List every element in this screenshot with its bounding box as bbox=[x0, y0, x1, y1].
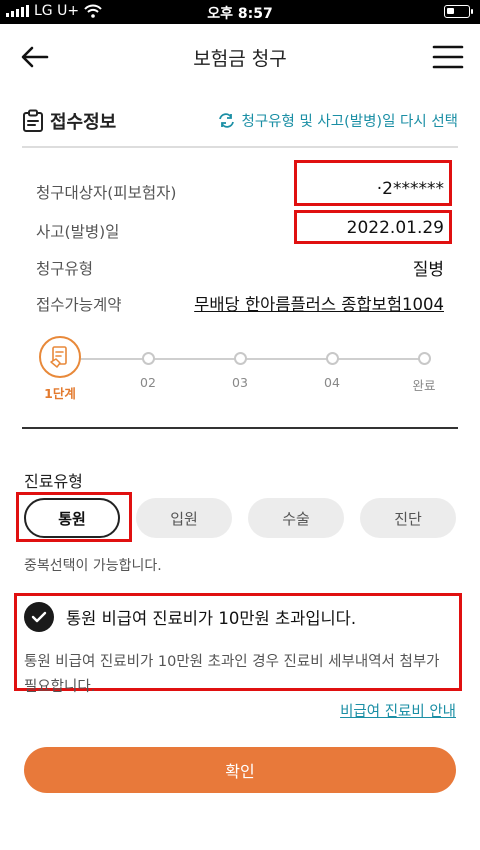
hamburger-menu-icon[interactable] bbox=[432, 44, 464, 70]
highlight-box-outpatient bbox=[16, 492, 132, 542]
claim-type-row: 청구유형 질병 bbox=[36, 253, 444, 283]
check-circle-icon bbox=[24, 602, 54, 632]
claim-type-label: 청구유형 bbox=[36, 260, 94, 278]
confirm-button[interactable]: 확인 bbox=[24, 747, 456, 793]
app-header: 보험금 청구 bbox=[0, 24, 480, 88]
step-4-label: 04 bbox=[324, 375, 340, 390]
accident-date-label: 사고(발병)일 bbox=[36, 223, 120, 241]
chip-inpatient[interactable]: 입원 bbox=[136, 498, 232, 538]
status-bar: LG U+ 오후 8:57 bbox=[0, 0, 480, 24]
reselect-label: 청구유형 및 사고(발병)일 다시 선택 bbox=[241, 114, 458, 130]
contract-label: 접수가능계약 bbox=[36, 296, 122, 314]
step-2-dot bbox=[141, 352, 155, 365]
clipboard-icon bbox=[23, 109, 43, 132]
step-complete-dot bbox=[417, 352, 431, 365]
section-header: 접수정보 청구유형 및 사고(발병)일 다시 선택 bbox=[22, 104, 458, 138]
step-1: 1단계 bbox=[36, 336, 84, 402]
claim-type-value: 질병 bbox=[412, 260, 444, 280]
step-3: 03 bbox=[218, 336, 262, 390]
reselect-link[interactable]: 청구유형 및 사고(발병)일 다시 선택 bbox=[218, 110, 458, 131]
chip-surgery[interactable]: 수술 bbox=[248, 498, 344, 538]
highlight-box-date bbox=[294, 210, 452, 244]
chip-diagnosis[interactable]: 진단 bbox=[360, 498, 456, 538]
step-complete: 완료 bbox=[402, 336, 446, 394]
step-3-dot bbox=[233, 352, 247, 365]
step-4: 04 bbox=[310, 336, 354, 390]
step-complete-label: 완료 bbox=[412, 378, 436, 393]
treatment-type-label: 진료유형 bbox=[24, 472, 83, 491]
claimant-label: 청구대상자(피보험자) bbox=[36, 184, 177, 202]
divider bbox=[22, 427, 458, 429]
battery-icon bbox=[444, 5, 473, 18]
progress-steps: 1단계 02 03 04 완료 bbox=[36, 336, 456, 406]
contract-link[interactable]: 무배당 한아름플러스 종합보험1004 bbox=[194, 291, 444, 315]
step-2: 02 bbox=[126, 336, 170, 390]
clock: 오후 8:57 bbox=[207, 6, 273, 22]
step-1-badge bbox=[39, 336, 81, 378]
step-2-label: 02 bbox=[140, 375, 156, 390]
divider bbox=[22, 146, 458, 148]
multi-select-note: 중복선택이 가능합니다. bbox=[24, 558, 162, 574]
section-title: 접수정보 bbox=[22, 108, 116, 134]
notice-title-text: 통원 비급여 진료비가 10만원 초과입니다. bbox=[66, 609, 357, 628]
refresh-icon bbox=[219, 113, 235, 128]
notice-body: 통원 비급여 진료비가 10만원 초과인 경우 진료비 세부내역서 첨부가 필요… bbox=[24, 654, 440, 695]
section-title-text: 접수정보 bbox=[50, 112, 117, 133]
page-title: 보험금 청구 bbox=[193, 48, 287, 70]
document-hand-icon bbox=[50, 346, 67, 368]
non-covered-fee-guide-link[interactable]: 비급여 진료비 안내 bbox=[340, 700, 456, 721]
step-1-label: 1단계 bbox=[44, 386, 76, 401]
step-3-label: 03 bbox=[232, 375, 248, 390]
contract-row: 접수가능계약 무배당 한아름플러스 종합보험1004 bbox=[36, 289, 444, 319]
step-4-dot bbox=[325, 352, 339, 365]
highlight-box-claimant bbox=[294, 160, 452, 206]
notice-title: 통원 비급여 진료비가 10만원 초과입니다. bbox=[24, 602, 356, 632]
